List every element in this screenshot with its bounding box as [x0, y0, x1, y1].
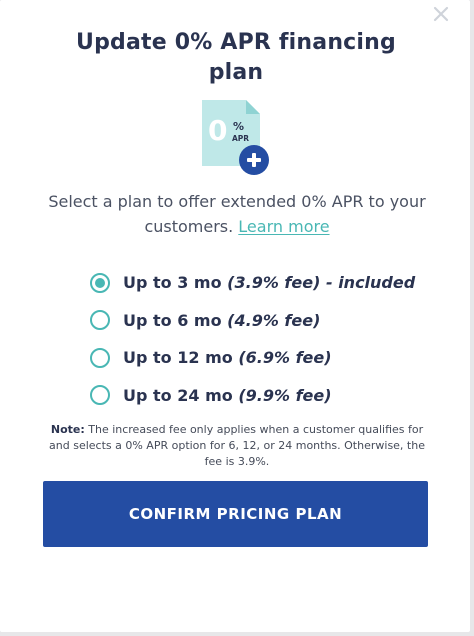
fee-note: Note: The increased fee only applies whe… [44, 422, 430, 470]
plan-label-6mo: Up to 6 mo [123, 310, 222, 330]
plan-fee-6mo: (4.9% fee) [227, 310, 321, 330]
plan-option-12mo[interactable]: Up to 12 mo (6.9% fee) [90, 339, 430, 377]
radio-12mo[interactable] [90, 347, 110, 368]
confirm-pricing-plan-button[interactable]: CONFIRM PRICING PLAN [43, 481, 428, 547]
plan-options: Up to 3 mo (3.9% fee) - included Up to 6… [90, 264, 430, 414]
modal-title: Update 0% APR financing plan [76, 30, 396, 85]
note-text: The increased fee only applies when a cu… [49, 423, 425, 468]
close-icon[interactable] [430, 3, 452, 25]
financing-plan-modal: Update 0% APR financing plan 0 % APR Sel… [0, 0, 470, 632]
note-label: Note: [50, 423, 85, 436]
radio-3mo[interactable] [90, 272, 110, 293]
radio-6mo[interactable] [90, 310, 110, 331]
plan-label-12mo: Up to 12 mo [123, 348, 233, 368]
icon-zero-text: 0 [208, 114, 227, 147]
plan-option-3mo[interactable]: Up to 3 mo (3.9% fee) - included [90, 264, 430, 302]
plan-fee-3mo: (3.9% fee) - included [227, 273, 416, 293]
plan-option-24mo[interactable]: Up to 24 mo (9.9% fee) [90, 377, 430, 415]
plan-label-24mo: Up to 24 mo [123, 385, 233, 405]
modal-subtitle: Select a plan to offer extended 0% APR t… [40, 189, 434, 239]
radio-24mo[interactable] [90, 385, 110, 406]
plan-fee-12mo: (6.9% fee) [238, 348, 332, 368]
plan-label-3mo: Up to 3 mo [123, 273, 222, 293]
plan-option-6mo[interactable]: Up to 6 mo (4.9% fee) [90, 302, 430, 340]
apr-document-add-icon: 0 % APR [200, 100, 272, 178]
subtitle-text: Select a plan to offer extended 0% APR t… [48, 192, 426, 236]
icon-percent-text: % [233, 120, 244, 133]
plan-fee-24mo: (9.9% fee) [238, 385, 332, 405]
icon-apr-text: APR [232, 134, 249, 143]
learn-more-link[interactable]: Learn more [238, 217, 329, 236]
